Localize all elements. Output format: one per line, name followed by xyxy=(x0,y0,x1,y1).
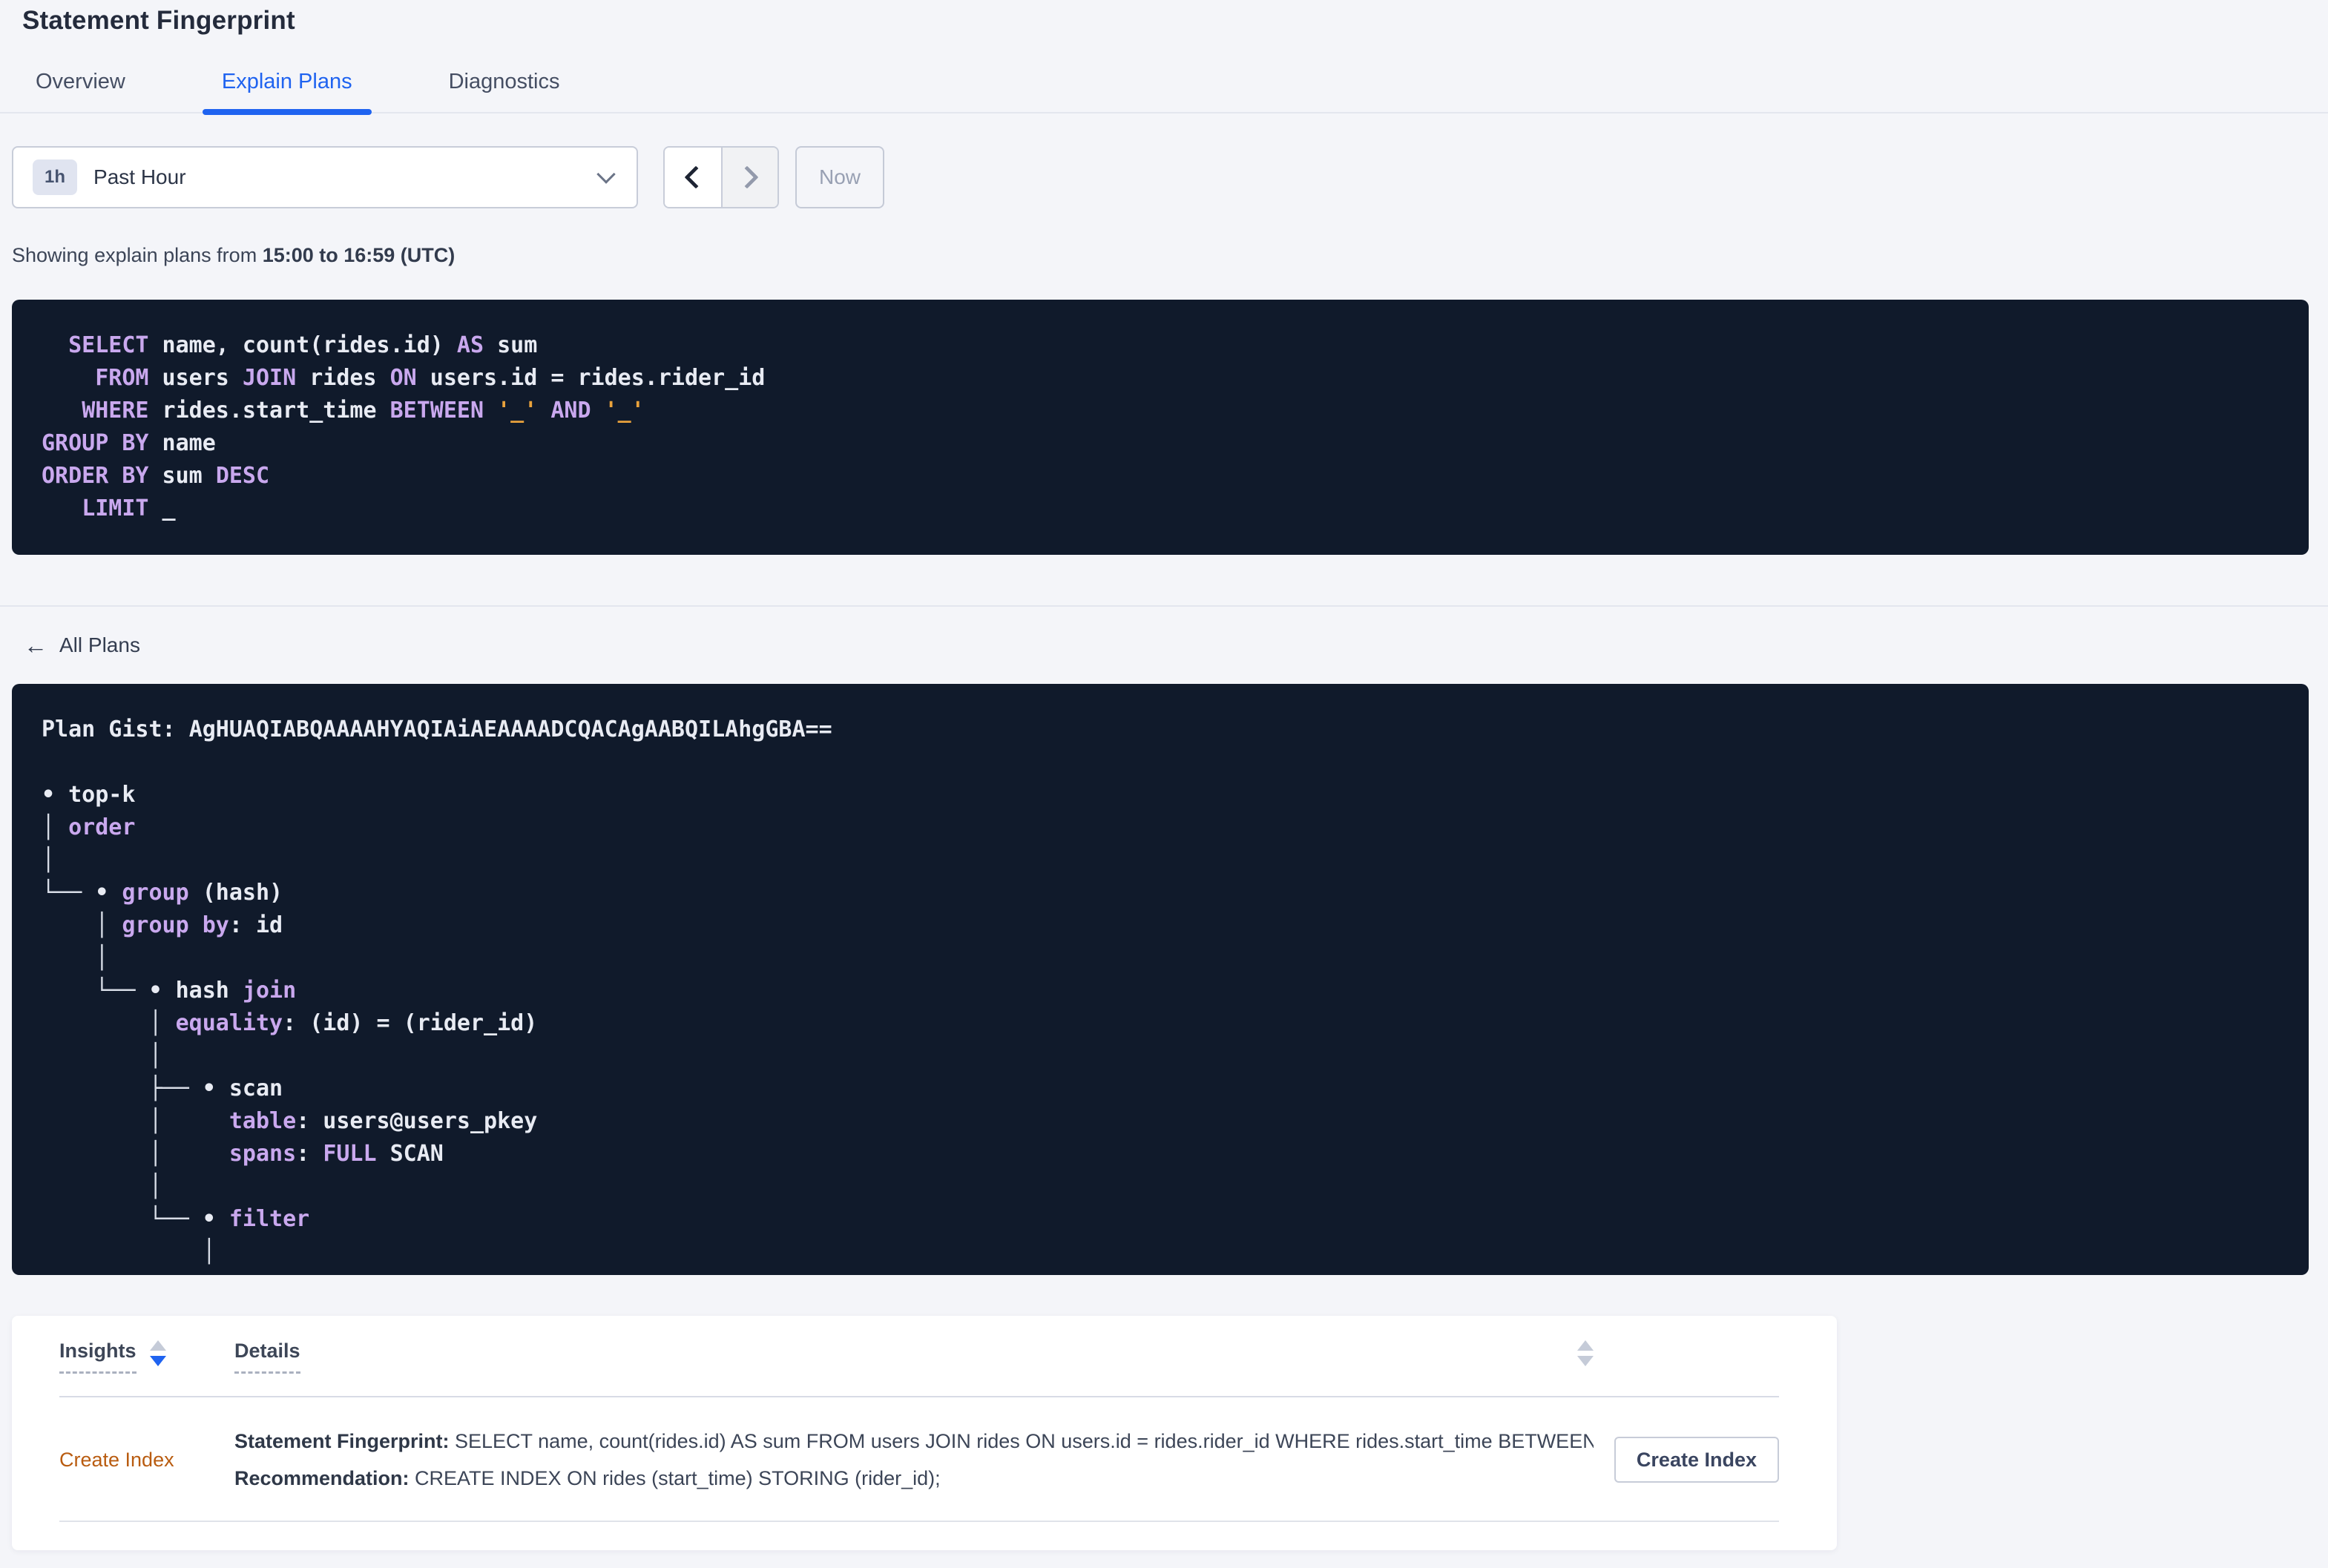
active-tab-underline xyxy=(202,109,372,115)
insight-row: Create Index Statement Fingerprint: SELE… xyxy=(12,1397,1837,1522)
create-index-button[interactable]: Create Index xyxy=(1614,1437,1779,1483)
recommendation-line: Recommendation: CREATE INDEX ON rides (s… xyxy=(234,1460,1594,1497)
arrow-left-icon: ← xyxy=(24,632,47,659)
plan-gist-tree: Plan Gist: AgHUAQIABQAAAAHYAQIAiAEAAAADC… xyxy=(42,717,832,1265)
all-plans-label: All Plans xyxy=(59,633,140,656)
status-prefix: Showing explain plans from xyxy=(12,244,263,266)
showing-plans-status: Showing explain plans from 15:00 to 16:5… xyxy=(12,244,2328,267)
sort-desc-icon xyxy=(149,1355,166,1366)
status-range: 15:00 to 16:59 (UTC) xyxy=(262,244,456,266)
insights-column-label[interactable]: Insights xyxy=(59,1340,137,1374)
recommendation-label: Recommendation: xyxy=(234,1467,410,1489)
statement-fingerprint-text: SELECT name, count(rides.id) AS sum FROM… xyxy=(449,1430,1594,1452)
next-time-button[interactable] xyxy=(721,148,777,207)
prev-time-button[interactable] xyxy=(665,148,721,207)
tab-explain-plans-label: Explain Plans xyxy=(221,70,352,93)
tab-overview-label: Overview xyxy=(36,70,125,93)
time-range-badge: 1h xyxy=(33,159,78,195)
time-range-value: Past Hour xyxy=(93,165,186,188)
tab-overview[interactable]: Overview xyxy=(16,70,145,112)
details-column-label[interactable]: Details xyxy=(234,1340,300,1374)
time-controls: 1h Past Hour Now xyxy=(12,146,2328,208)
all-plans-back-link[interactable]: ← All Plans xyxy=(24,633,140,657)
tab-bar: Overview Explain Plans Diagnostics xyxy=(0,70,2328,115)
details-sort-control[interactable] xyxy=(1577,1340,1594,1366)
details-column-header: Details xyxy=(234,1340,1594,1374)
time-pager xyxy=(663,146,779,208)
create-index-link[interactable]: Create Index xyxy=(59,1449,174,1472)
insights-table-card: Insights Details Create Index Statement … xyxy=(12,1316,1837,1550)
chevron-down-icon xyxy=(596,165,616,184)
chevron-left-icon xyxy=(684,165,708,189)
insights-sort-control[interactable] xyxy=(149,1340,166,1366)
statement-sql-text: SELECT name, count(rides.id) AS sum FROM… xyxy=(42,332,766,521)
time-range-select[interactable]: 1h Past Hour xyxy=(12,146,638,208)
section-divider xyxy=(0,605,2328,607)
tab-explain-plans[interactable]: Explain Plans xyxy=(202,70,372,115)
sort-asc-icon xyxy=(149,1340,166,1351)
sort-asc-icon xyxy=(1577,1340,1594,1351)
insights-table-header: Insights Details xyxy=(12,1316,1837,1397)
insights-column-header: Insights xyxy=(59,1340,234,1374)
insight-type-cell: Create Index xyxy=(59,1449,234,1472)
statement-fingerprint-label: Statement Fingerprint: xyxy=(234,1430,450,1452)
now-button[interactable]: Now xyxy=(795,146,885,208)
statement-fingerprint-line: Statement Fingerprint: SELECT name, coun… xyxy=(234,1423,1594,1460)
statement-sql-panel: SELECT name, count(rides.id) AS sum FROM… xyxy=(12,300,2309,555)
chevron-right-icon xyxy=(735,165,759,189)
insight-details-cell: Statement Fingerprint: SELECT name, coun… xyxy=(234,1423,1594,1497)
tab-diagnostics-label: Diagnostics xyxy=(448,70,560,93)
plan-gist-panel: Plan Gist: AgHUAQIABQAAAAHYAQIAiAEAAAADC… xyxy=(12,684,2309,1275)
sort-desc-icon xyxy=(1577,1355,1594,1366)
page-title: Statement Fingerprint xyxy=(22,6,295,35)
recommendation-text: CREATE INDEX ON rides (start_time) STORI… xyxy=(409,1467,941,1489)
tab-diagnostics[interactable]: Diagnostics xyxy=(430,70,579,112)
insight-action-cell: Create Index xyxy=(1594,1437,1779,1483)
